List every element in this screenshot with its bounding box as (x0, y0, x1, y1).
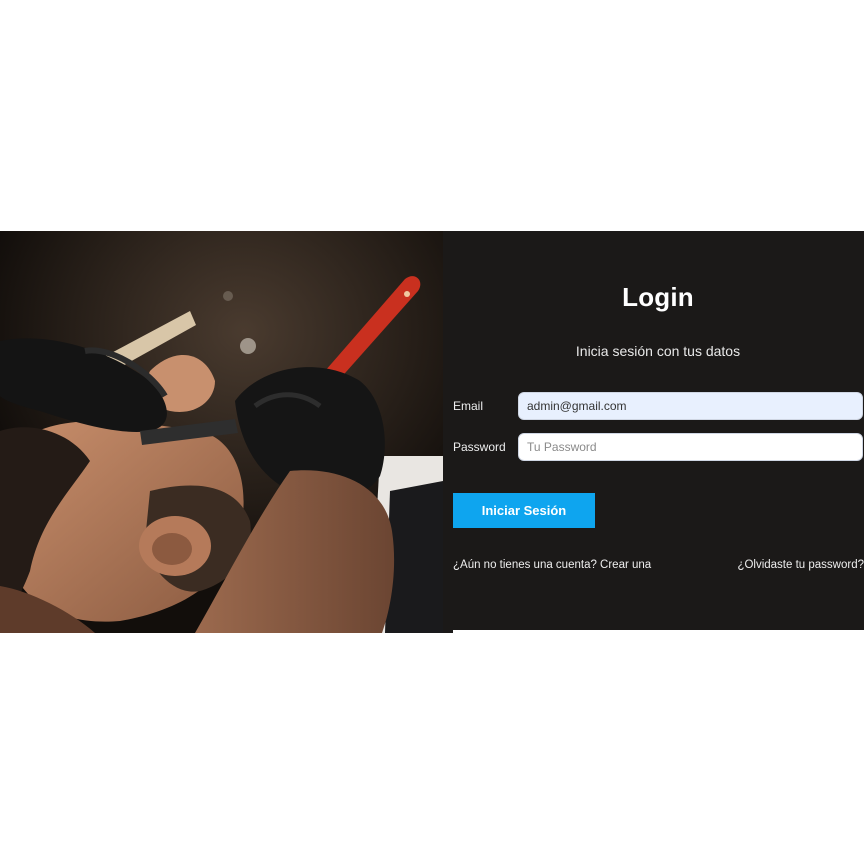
login-panel: Login Inicia sesión con tus datos Email … (443, 231, 864, 633)
password-field[interactable] (518, 433, 863, 461)
login-layout: Login Inicia sesión con tus datos Email … (0, 231, 864, 633)
register-link[interactable]: ¿Aún no tienes una cuenta? Crear una (453, 559, 651, 571)
barber-photo (0, 231, 443, 633)
login-subtitle: Inicia sesión con tus datos (575, 343, 741, 359)
password-field-row: Password (453, 432, 864, 462)
panel-bottom-divider (453, 630, 864, 633)
email-field[interactable] (518, 392, 863, 420)
login-title: Login (622, 282, 694, 312)
login-submit-button[interactable]: Iniciar Sesión (453, 493, 595, 528)
email-label: Email (453, 399, 484, 413)
page: Login Inicia sesión con tus datos Email … (0, 0, 864, 864)
password-label: Password (453, 440, 506, 454)
email-field-row: Email (453, 391, 864, 421)
forgot-password-link[interactable]: ¿Olvidaste tu password? (737, 559, 864, 571)
